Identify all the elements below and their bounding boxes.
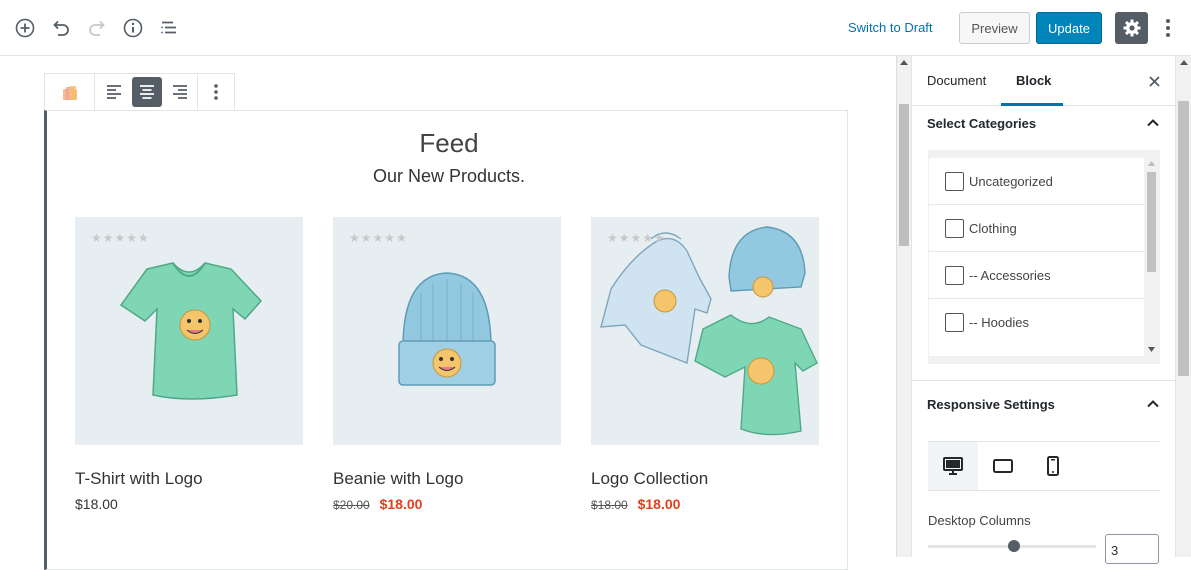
category-label: -- Hoodies <box>969 315 1029 330</box>
mobile-icon <box>1047 456 1059 476</box>
desktop-tab[interactable] <box>928 442 978 490</box>
settings-sidebar: Document Block Select Categories Uncateg… <box>911 56 1191 564</box>
product-name[interactable]: Beanie with Logo <box>333 469 463 489</box>
scrollbar-thumb[interactable] <box>899 104 909 246</box>
responsive-settings-heading[interactable]: Responsive Settings <box>927 397 1055 412</box>
block-toolbar <box>44 73 235 110</box>
more-vertical-icon <box>214 84 218 100</box>
rating-stars: ★★★★★ <box>607 231 666 245</box>
sale-price: $18.00 <box>637 496 681 512</box>
editor-canvas: Feed Our New Products. ★★★★★ T-Shirt wit… <box>0 56 896 570</box>
logo-collection-illustration <box>600 226 818 436</box>
category-item-clothing[interactable]: Clothing <box>929 205 1144 252</box>
product-image: ★★★★★ <box>75 217 303 445</box>
category-scrollbar[interactable] <box>1144 158 1159 356</box>
mobile-tab[interactable] <box>1028 442 1078 490</box>
block-navigation-icon[interactable] <box>157 16 181 40</box>
beanie-illustration <box>398 272 496 386</box>
desktop-icon <box>943 457 963 475</box>
category-item-accessories[interactable]: -- Accessories <box>929 252 1144 299</box>
slider-handle[interactable] <box>1008 540 1020 552</box>
price: $18.00 <box>75 496 118 512</box>
category-label: -- Accessories <box>969 267 1051 283</box>
desktop-columns-input[interactable]: 3 <box>1105 534 1159 564</box>
align-center-button[interactable] <box>130 74 163 110</box>
switch-to-draft-link[interactable]: Switch to Draft <box>848 20 933 35</box>
product-card[interactable]: ★★★★★ Logo Collection $18.00 $18.00 <box>591 217 819 512</box>
sidebar-tabs: Document Block <box>912 56 1176 106</box>
product-feed-block[interactable]: Feed Our New Products. ★★★★★ T-Shirt wit… <box>44 110 848 570</box>
rating-stars: ★★★★★ <box>91 231 150 245</box>
add-block-icon[interactable] <box>13 16 37 40</box>
close-sidebar-button[interactable] <box>1145 72 1163 90</box>
product-card[interactable]: ★★★★★ Beanie with Logo $20.00 $18.00 <box>333 217 561 512</box>
product-name[interactable]: Logo Collection <box>591 469 708 489</box>
canvas-scrollbar[interactable] <box>896 56 911 557</box>
scrollbar-thumb[interactable] <box>1178 101 1189 376</box>
align-right-icon <box>172 85 187 99</box>
regular-price: $18.00 <box>591 498 628 512</box>
category-label: Uncategorized <box>969 173 1053 189</box>
sale-price: $18.00 <box>379 496 423 512</box>
select-categories-heading[interactable]: Select Categories <box>927 116 1036 131</box>
category-item-hoodies[interactable]: -- Hoodies <box>929 299 1144 346</box>
category-label: Clothing <box>969 220 1017 236</box>
scrollbar-thumb[interactable] <box>1147 172 1156 272</box>
product-card[interactable]: ★★★★★ T-Shirt with Logo $18.00 <box>75 217 303 512</box>
info-icon[interactable] <box>121 16 145 40</box>
active-tab-indicator <box>1001 103 1063 106</box>
tablet-tab[interactable] <box>978 442 1028 490</box>
product-image: ★★★★★ <box>591 217 819 445</box>
regular-price: $20.00 <box>333 498 370 512</box>
scroll-up-arrow-icon[interactable] <box>1148 161 1155 166</box>
checkbox[interactable] <box>945 171 964 191</box>
scroll-up-arrow-icon[interactable] <box>900 60 908 65</box>
category-checklist: Uncategorized Clothing -- Accessories --… <box>928 150 1160 364</box>
checkbox[interactable] <box>945 265 964 285</box>
block-more-button[interactable] <box>197 74 234 110</box>
tab-block[interactable]: Block <box>1016 73 1051 88</box>
checkbox[interactable] <box>945 313 964 332</box>
undo-icon[interactable] <box>49 16 73 40</box>
product-price: $18.00 <box>75 496 118 512</box>
close-icon <box>1148 75 1160 87</box>
more-vertical-icon <box>1166 19 1170 37</box>
product-price: $20.00 $18.00 <box>333 496 422 512</box>
align-right-button[interactable] <box>163 74 196 110</box>
align-left-icon <box>106 85 121 99</box>
align-center-icon <box>139 85 154 99</box>
feed-title: Feed <box>419 128 479 158</box>
product-name[interactable]: T-Shirt with Logo <box>75 469 203 489</box>
chevron-up-icon[interactable] <box>1145 115 1161 131</box>
block-type-button[interactable] <box>45 74 95 110</box>
desktop-columns-label: Desktop Columns <box>928 513 1031 528</box>
panel-divider <box>912 380 1176 381</box>
scroll-up-arrow-icon[interactable] <box>1180 60 1188 65</box>
editor-top-toolbar: Switch to Draft Preview Update <box>0 0 1191 56</box>
tab-document[interactable]: Document <box>927 73 986 88</box>
scroll-down-arrow-icon[interactable] <box>1148 347 1155 352</box>
tshirt-illustration <box>119 262 263 400</box>
chevron-up-icon[interactable] <box>1145 396 1161 412</box>
tablet-icon <box>993 459 1013 473</box>
settings-button[interactable] <box>1115 12 1148 44</box>
device-tabs <box>928 441 1160 491</box>
preview-button[interactable]: Preview <box>959 12 1030 44</box>
feed-subtitle: Our New Products. <box>372 166 526 186</box>
update-button[interactable]: Update <box>1036 12 1102 44</box>
rating-stars: ★★★★★ <box>349 231 408 245</box>
shopping-bag-icon <box>62 86 77 100</box>
more-options-button[interactable] <box>1158 14 1178 42</box>
product-image: ★★★★★ <box>333 217 561 445</box>
checkbox[interactable] <box>945 218 964 238</box>
category-item-uncategorized[interactable]: Uncategorized <box>929 158 1144 205</box>
redo-icon[interactable] <box>85 16 109 40</box>
product-price: $18.00 $18.00 <box>591 496 680 512</box>
align-left-button[interactable] <box>97 74 130 110</box>
window-scrollbar[interactable] <box>1175 56 1191 557</box>
gear-icon <box>1123 19 1140 37</box>
category-list: Uncategorized Clothing -- Accessories --… <box>929 158 1144 356</box>
